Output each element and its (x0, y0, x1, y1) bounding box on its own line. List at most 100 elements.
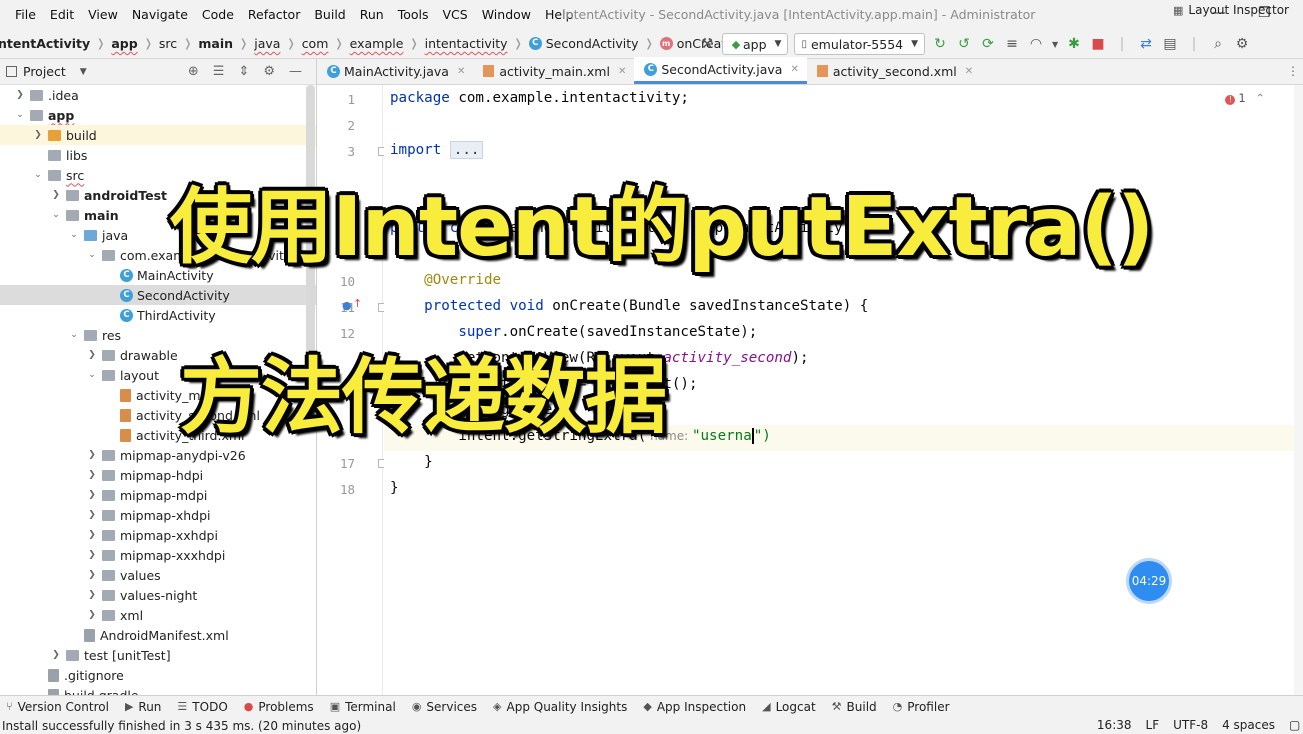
tool-window-button[interactable]: ◢ Logcat (756, 700, 826, 714)
tree-item[interactable]: .gitignore (0, 665, 316, 685)
debug-lines-icon[interactable]: ≡ (1003, 36, 1021, 52)
chevron-right-icon[interactable]: ❯ (86, 470, 98, 480)
tree-item[interactable]: ❯ xml (0, 605, 316, 625)
tool-window-button[interactable]: ⚒ Build (826, 700, 887, 714)
tree-item[interactable]: ❯ values (0, 565, 316, 585)
chevron-right-icon[interactable]: ❯ (86, 490, 98, 500)
tool-window-button[interactable]: ▶ Run (119, 700, 171, 714)
chevron-right-icon[interactable]: ❯ (50, 650, 62, 660)
tool-window-button[interactable]: ◈ App Quality Insights (487, 700, 637, 714)
breadcrumb-java[interactable]: java (254, 36, 280, 51)
chevron-right-icon[interactable]: ❯ (86, 590, 98, 600)
tree-item[interactable]: ❯ mipmap-mdpi (0, 485, 316, 505)
layout-inspector-button[interactable]: ▦ Layout Inspector (1173, 3, 1289, 17)
apply-code-changes-icon[interactable]: ⟳ (979, 36, 997, 52)
tool-window-button[interactable]: ⑂ Version Control (0, 700, 119, 714)
editor-tab[interactable]: activity_main.xml ✕ (473, 58, 634, 84)
editor-tab[interactable]: activity_second.xml ✕ (807, 58, 981, 84)
chevron-down-icon[interactable]: ⌄ (86, 250, 98, 260)
breadcrumb-class[interactable]: SecondActivity (546, 36, 639, 51)
rerun-icon[interactable]: ↻ (931, 36, 949, 52)
chevron-right-icon[interactable]: ❯ (14, 90, 26, 100)
menu-file[interactable]: File (0, 7, 43, 22)
menu-vcs[interactable]: VCS (436, 7, 475, 22)
status-message[interactable]: Install successfully finished in 3 s 435… (2, 719, 361, 733)
chevron-right-icon[interactable]: ❯ (32, 130, 44, 140)
caret-position[interactable]: 16:38 (1097, 718, 1132, 732)
menu-run[interactable]: Run (353, 7, 391, 22)
chevron-right-icon[interactable]: ❯ (50, 190, 62, 200)
close-icon[interactable]: ✕ (457, 66, 465, 77)
chevron-right-icon[interactable]: ❯ (86, 610, 98, 620)
search-icon[interactable]: ⌕ (1209, 36, 1227, 52)
tree-item[interactable]: ⌄ app (0, 105, 316, 125)
menu-view[interactable]: View (81, 7, 125, 22)
breadcrumb-main[interactable]: main (198, 36, 233, 51)
hammer-icon[interactable]: ⚒ (698, 36, 716, 52)
tree-item[interactable]: AndroidManifest.xml (0, 625, 316, 645)
chevron-down-icon[interactable]: ⌄ (86, 370, 98, 380)
import-fold-placeholder[interactable]: ... (449, 141, 484, 159)
breadcrumb-example[interactable]: example (350, 36, 404, 51)
chevron-right-icon[interactable]: ❯ (86, 530, 98, 540)
breadcrumb-project[interactable]: ntentActivity (0, 36, 90, 51)
stop-icon[interactable]: ■ (1089, 36, 1107, 52)
tree-item[interactable]: ❯ test [unitTest] (0, 645, 316, 665)
chevron-down-icon[interactable]: ▼ (1051, 40, 1059, 49)
override-marker-icon[interactable]: ● (342, 299, 352, 312)
chevron-up-icon[interactable]: ⌃ (1255, 91, 1265, 105)
editor-scrollbar[interactable] (1294, 85, 1303, 695)
editor-tab[interactable]: C MainActivity.java ✕ (317, 58, 473, 84)
device-select[interactable]: ▯ emulator-5554 ▼ (794, 33, 926, 55)
run-config-select[interactable]: ◆ app ▼ (722, 33, 789, 55)
menu-window[interactable]: Window (475, 7, 538, 22)
timer-badge[interactable]: 04:29 (1126, 558, 1172, 604)
line-separator[interactable]: LF (1146, 718, 1160, 732)
device-manager-icon[interactable]: ▤ (1161, 36, 1179, 52)
tree-item[interactable]: ❯ values-night (0, 585, 316, 605)
tree-item[interactable]: ❯ mipmap-xxhdpi (0, 525, 316, 545)
chevron-down-icon[interactable]: ⌄ (14, 110, 26, 120)
more-tabs-icon[interactable]: ⋮ (1287, 64, 1299, 78)
hide-icon[interactable]: — (289, 64, 302, 79)
tool-window-button[interactable]: ☰ TODO (171, 700, 237, 714)
gear-icon[interactable]: ⚙ (263, 64, 275, 79)
tree-item[interactable]: build.gradle (0, 685, 316, 695)
tree-item[interactable]: ❯ mipmap-xhdpi (0, 505, 316, 525)
chevron-right-icon[interactable]: ❯ (86, 450, 98, 460)
menu-refactor[interactable]: Refactor (241, 7, 307, 22)
menu-code[interactable]: Code (195, 7, 241, 22)
sync-gradle-icon[interactable]: ⇄ (1137, 36, 1155, 52)
close-icon[interactable]: ✕ (790, 64, 798, 75)
tool-window-button[interactable]: ◔ Profiler (887, 700, 960, 714)
file-encoding[interactable]: UTF-8 (1173, 718, 1208, 732)
chevron-right-icon[interactable]: ❯ (86, 570, 98, 580)
menu-build[interactable]: Build (307, 7, 352, 22)
chevron-right-icon[interactable]: ❯ (86, 350, 98, 360)
arrow-up-icon[interactable]: ↑ (353, 297, 362, 310)
breadcrumb-intentactivity[interactable]: intentactivity (425, 36, 508, 51)
tree-item[interactable]: C SecondActivity (0, 285, 316, 305)
expand-all-icon[interactable]: ☰ (213, 64, 225, 79)
inspection-widget[interactable]: ! 1 ⌃ (1225, 91, 1265, 105)
tree-item[interactable]: ❯ build (0, 125, 316, 145)
tool-window-button[interactable]: ◆ App Inspection (637, 700, 756, 714)
tree-item[interactable]: ❯ mipmap-hdpi (0, 465, 316, 485)
tool-window-button[interactable]: ▣ Terminal (324, 700, 406, 714)
close-icon[interactable]: ✕ (618, 66, 626, 77)
indent-setting[interactable]: 4 spaces (1222, 718, 1275, 732)
apply-changes-icon[interactable]: ↺ (955, 36, 973, 52)
debug-icon[interactable]: ✱ (1065, 36, 1083, 52)
menu-tools[interactable]: Tools (391, 7, 436, 22)
lock-icon[interactable]: ▢ (1289, 718, 1303, 732)
collapse-all-icon[interactable]: ⇕ (238, 64, 249, 79)
tool-window-button[interactable]: ● Problems (238, 700, 324, 714)
profile-icon[interactable]: ◠ (1027, 36, 1045, 52)
breadcrumb-app[interactable]: app (111, 36, 137, 51)
chevron-right-icon[interactable]: ❯ (86, 510, 98, 520)
tree-item[interactable]: ❯ .idea (0, 85, 316, 105)
chevron-down-icon[interactable]: ⌄ (68, 330, 80, 340)
breadcrumb-com[interactable]: com (302, 36, 329, 51)
tool-window-button[interactable]: ◉ Services (406, 700, 487, 714)
chevron-down-icon[interactable]: ⌄ (68, 230, 80, 240)
